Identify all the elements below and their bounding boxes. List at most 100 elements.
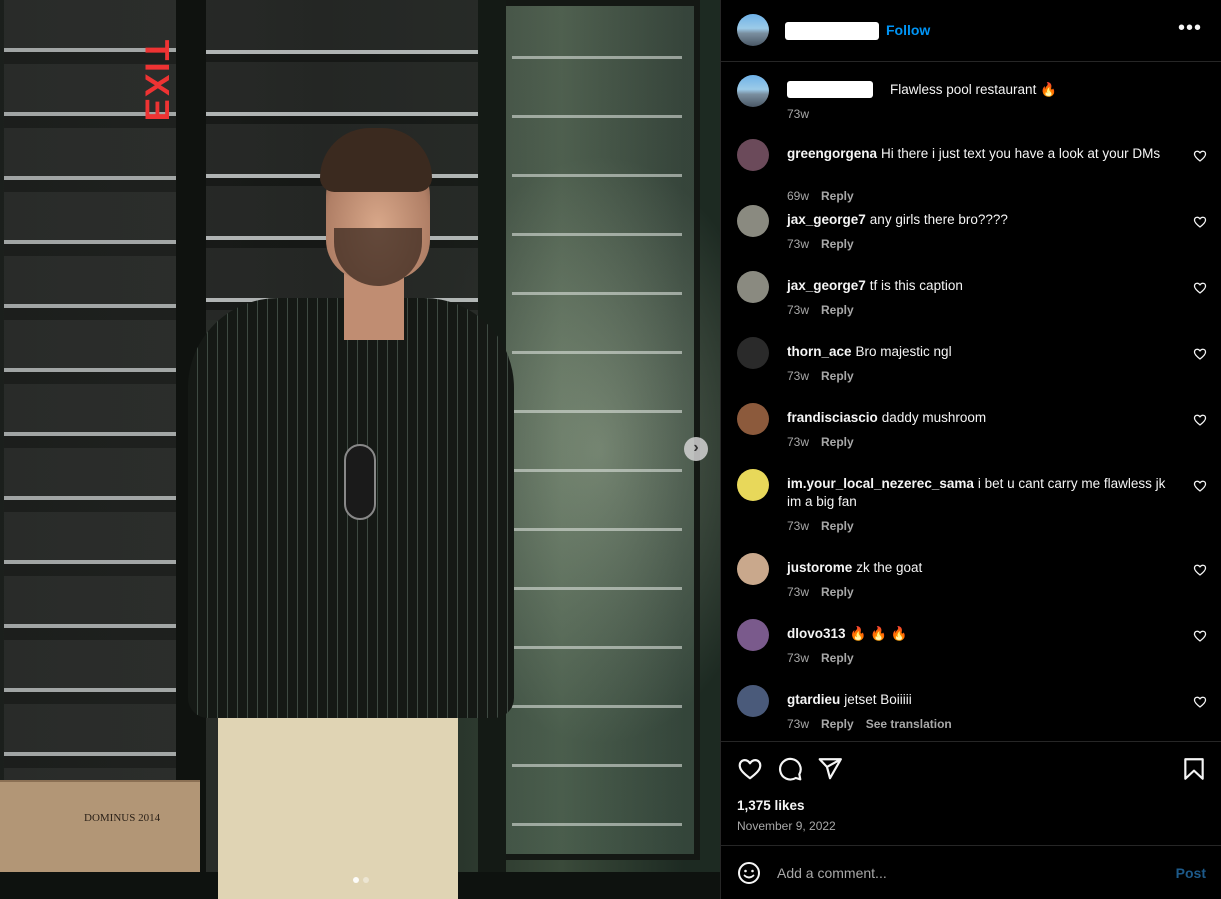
commenter-avatar[interactable]: [737, 205, 769, 237]
comment-text: jetset Boiiiii: [844, 692, 912, 707]
likes-count[interactable]: 1,375 likes: [737, 798, 805, 813]
reply-button[interactable]: Reply: [821, 519, 854, 533]
commenter-avatar[interactable]: [737, 271, 769, 303]
post-sidebar: Follow ••• Flawless pool restaurant 🔥 73…: [720, 0, 1221, 899]
wine-crate: [0, 780, 200, 880]
comment-icon[interactable]: [777, 756, 803, 782]
reply-button[interactable]: Reply: [821, 717, 854, 731]
owner-avatar[interactable]: [737, 14, 769, 46]
follow-button[interactable]: Follow: [886, 22, 930, 38]
bookmark-icon[interactable]: [1181, 756, 1207, 782]
comment-row: frandisciascio daddy mushroom 73w Reply: [737, 393, 1207, 455]
comments-list[interactable]: Flawless pool restaurant 🔥 73w greengorg…: [721, 63, 1221, 741]
comment-username[interactable]: greengorgena: [787, 146, 877, 161]
smiley-icon[interactable]: [737, 861, 761, 885]
comment-username[interactable]: gtardieu: [787, 692, 840, 707]
comment-meta: 73w Reply: [787, 585, 854, 599]
reply-button[interactable]: Reply: [821, 237, 854, 251]
reply-button[interactable]: Reply: [821, 369, 854, 383]
comment-text: 🔥 🔥 🔥: [849, 626, 908, 641]
comment-row: justorome zk the goat 73w Reply: [737, 543, 1207, 605]
comment-meta: 73w Reply: [787, 237, 854, 251]
commenter-avatar[interactable]: [737, 337, 769, 369]
carousel-dots: [353, 877, 369, 883]
heart-icon[interactable]: [1193, 695, 1207, 709]
comment-body: greengorgena Hi there i just text you hav…: [787, 145, 1167, 163]
comment-meta: 73w Reply: [787, 651, 854, 665]
reply-button[interactable]: Reply: [821, 303, 854, 317]
next-image-button[interactable]: ›: [684, 437, 708, 461]
comment-username[interactable]: im.your_local_nezerec_sama: [787, 476, 974, 491]
owner-avatar[interactable]: [737, 75, 769, 107]
commenter-avatar[interactable]: [737, 139, 769, 171]
caption: Flawless pool restaurant 🔥 73w: [737, 65, 1207, 125]
post-image[interactable]: EXIT DOMINUS 2014 ›: [0, 0, 720, 899]
comment-text: daddy mushroom: [881, 410, 987, 425]
heart-icon[interactable]: [1193, 629, 1207, 643]
comment-username[interactable]: jax_george7: [787, 212, 866, 227]
comment-row: thorn_ace Bro majestic ngl 73w Reply: [737, 327, 1207, 389]
comment-text: Bro majestic ngl: [855, 344, 952, 359]
comment-body: jax_george7 any girls there bro????: [787, 211, 1167, 229]
reply-button[interactable]: Reply: [821, 435, 854, 449]
caption-text: Flawless pool restaurant 🔥: [890, 82, 1057, 97]
comment-username[interactable]: justorome: [787, 560, 852, 575]
comment-time[interactable]: 73w: [787, 651, 809, 665]
comment-username[interactable]: frandisciascio: [787, 410, 878, 425]
reply-button[interactable]: Reply: [821, 651, 854, 665]
comment-time[interactable]: 73w: [787, 717, 809, 731]
commenter-avatar[interactable]: [737, 469, 769, 501]
exit-sign: EXIT: [137, 37, 176, 122]
redacted-username: [787, 81, 873, 98]
comment-time[interactable]: 73w: [787, 585, 809, 599]
comment-row: gtardieu jetset Boiiiii 73w Reply See transl…: [737, 675, 1207, 737]
see-translation-button[interactable]: See translation: [866, 717, 952, 731]
comment-row: dlovo313 🔥 🔥 🔥 73w Reply: [737, 609, 1207, 671]
wine-shelves-left: [4, 0, 180, 860]
comment-body: justorome zk the goat: [787, 559, 1167, 577]
sunglasses: [344, 444, 376, 520]
comment-input[interactable]: [777, 862, 1157, 884]
commenter-avatar[interactable]: [737, 403, 769, 435]
comment-body: frandisciascio daddy mushroom: [787, 409, 1167, 427]
comment-body: jax_george7 tf is this caption: [787, 277, 1167, 295]
comment-time[interactable]: 73w: [787, 303, 809, 317]
heart-icon[interactable]: [1193, 479, 1207, 493]
comment-username[interactable]: thorn_ace: [787, 344, 852, 359]
comment-meta: 73w Reply: [787, 303, 854, 317]
heart-icon[interactable]: [1193, 215, 1207, 229]
comment-time[interactable]: 73w: [787, 369, 809, 383]
comment-username[interactable]: jax_george7: [787, 278, 866, 293]
comment-text: Hi there i just text you have a look at …: [881, 146, 1161, 161]
reply-button[interactable]: Reply: [821, 585, 854, 599]
comment-body: thorn_ace Bro majestic ngl: [787, 343, 1167, 361]
comment-username[interactable]: dlovo313: [787, 626, 846, 641]
commenter-avatar[interactable]: [737, 553, 769, 585]
heart-icon[interactable]: [1193, 563, 1207, 577]
comment-time[interactable]: 73w: [787, 237, 809, 251]
comment-row: im.your_local_nezerec_sama i bet u cant c…: [737, 459, 1207, 539]
caption-meta: 73w: [787, 107, 809, 121]
commenter-avatar[interactable]: [737, 619, 769, 651]
heart-icon[interactable]: [1193, 149, 1207, 163]
wine-fridge-shelves: [512, 0, 682, 840]
heart-icon[interactable]: [1193, 347, 1207, 361]
post-date[interactable]: November 9, 2022: [737, 819, 836, 833]
paper-plane-icon[interactable]: [817, 756, 843, 782]
comment-text: tf is this caption: [869, 278, 963, 293]
add-comment-bar: Post: [721, 845, 1221, 899]
heart-icon[interactable]: [737, 756, 763, 782]
chevron-right-icon: ›: [693, 439, 699, 456]
comment-time[interactable]: 73w: [787, 435, 809, 449]
crate-label: DOMINUS 2014: [84, 812, 161, 824]
more-options-icon[interactable]: •••: [1178, 18, 1202, 38]
heart-icon[interactable]: [1193, 281, 1207, 295]
post-comment-button[interactable]: Post: [1176, 865, 1206, 881]
comment-body: gtardieu jetset Boiiiii: [787, 691, 1167, 709]
comment-body: im.your_local_nezerec_sama i bet u cant c…: [787, 475, 1167, 511]
commenter-avatar[interactable]: [737, 685, 769, 717]
comment-text: zk the goat: [856, 560, 923, 575]
heart-icon[interactable]: [1193, 413, 1207, 427]
carousel-dot-active: [353, 877, 359, 883]
comment-time[interactable]: 73w: [787, 519, 809, 533]
